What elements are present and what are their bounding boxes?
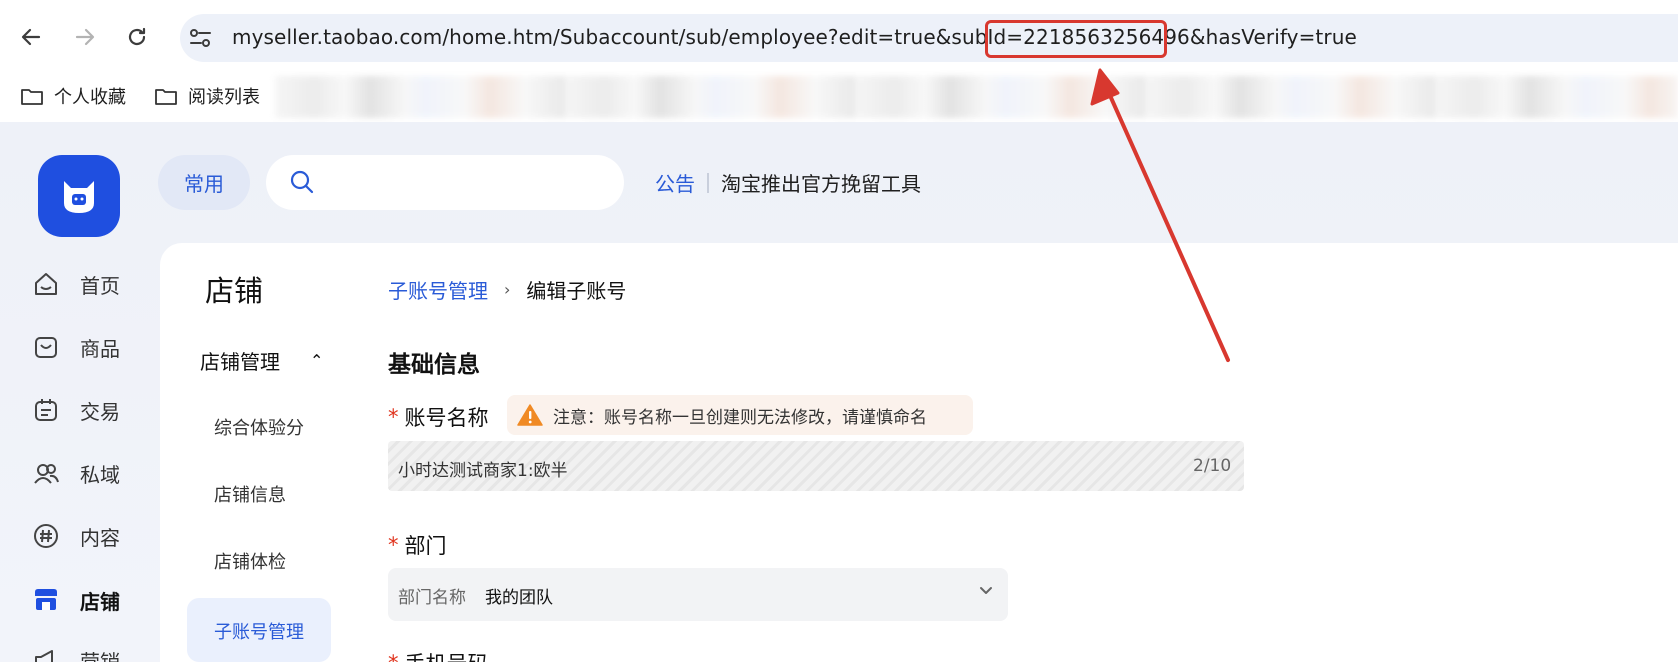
required-mark: * xyxy=(388,533,399,557)
blurred-bookmarks xyxy=(275,76,1678,118)
nav-label: 店铺 xyxy=(80,589,120,614)
bookmark-label: 个人收藏 xyxy=(54,87,126,108)
app-logo[interactable] xyxy=(38,155,120,237)
department-label-text: 部门 xyxy=(404,534,447,558)
divider xyxy=(707,172,709,193)
forward-arrow-icon xyxy=(75,28,95,46)
search-icon xyxy=(290,170,314,194)
bull-logo-icon xyxy=(64,181,94,213)
order-icon xyxy=(35,399,57,421)
url-text[interactable]: myseller.taobao.com/home.htm/Subaccount/… xyxy=(232,25,1357,49)
phone-label: * 手机号码 xyxy=(388,648,489,662)
nav-item-content[interactable]: 内容 xyxy=(32,516,120,556)
megaphone-icon xyxy=(35,650,53,662)
nav-item-trade[interactable]: 交易 xyxy=(32,390,120,430)
announcement-text[interactable]: 淘宝推出官方挽留工具 xyxy=(721,168,921,197)
department-key: 部门名称 xyxy=(398,588,466,608)
subnav-item-store-info[interactable]: 店铺信息 xyxy=(214,481,286,507)
site-settings-icon[interactable] xyxy=(186,24,216,52)
phone-label-text: 手机号码 xyxy=(405,648,489,662)
account-name-label-text: 账号名称 xyxy=(404,406,489,430)
account-name-warning: 注意：账号名称一旦创建则无法修改，请谨慎命名 xyxy=(507,395,973,435)
folder-icon xyxy=(21,89,43,105)
nav-item-private-domain[interactable]: 私域 xyxy=(32,453,120,493)
form-heading: 基础信息 xyxy=(388,352,480,378)
bookmark-reading-list[interactable]: 阅读列表 xyxy=(154,82,260,110)
chevron-right-icon: › xyxy=(504,280,511,299)
back-button[interactable] xyxy=(12,18,50,56)
home-icon xyxy=(35,273,57,295)
folder-icon xyxy=(155,89,177,105)
subnav-group-label: 店铺管理 xyxy=(200,350,280,374)
bookmark-favorites[interactable]: 个人收藏 xyxy=(20,82,126,110)
account-name-value: 小时达测试商家1:欧半 xyxy=(398,461,568,481)
chevron-down-icon[interactable] xyxy=(978,582,994,603)
bookmark-label: 阅读列表 xyxy=(188,87,260,108)
subnav-item-store-checkup[interactable]: 店铺体检 xyxy=(214,548,286,574)
store-icon xyxy=(35,589,57,610)
nav-item-marketing[interactable]: 营销 xyxy=(32,640,120,662)
required-mark: * xyxy=(388,405,399,429)
back-arrow-icon xyxy=(21,28,41,46)
nav-label: 营销 xyxy=(80,649,120,662)
bag-icon xyxy=(35,337,57,358)
nav-label: 首页 xyxy=(80,273,120,298)
nav-item-home[interactable]: 首页 xyxy=(32,264,120,304)
nav-label: 商品 xyxy=(80,336,120,361)
reload-icon xyxy=(128,27,146,46)
section-title: 店铺 xyxy=(205,274,264,308)
nav-item-store[interactable]: 店铺 xyxy=(32,580,120,620)
announcement-label: 公告 xyxy=(655,172,695,196)
nav-label: 内容 xyxy=(80,525,120,550)
required-mark: * xyxy=(388,651,399,662)
search-input[interactable] xyxy=(266,155,624,210)
reload-button[interactable] xyxy=(118,18,156,56)
forward-button[interactable] xyxy=(66,18,104,56)
department-value: 我的团队 xyxy=(485,588,553,608)
account-name-label: * 账号名称 xyxy=(388,402,489,432)
account-name-char-count: 2/10 xyxy=(1193,456,1232,476)
subnav-active-label: 子账号管理 xyxy=(214,622,304,643)
announcement[interactable]: 公告 淘宝推出官方挽留工具 xyxy=(655,168,921,197)
nav-label: 交易 xyxy=(80,399,120,424)
department-select[interactable] xyxy=(388,568,1008,621)
nav-label: 私域 xyxy=(80,462,120,487)
nav-item-products[interactable]: 商品 xyxy=(32,327,120,367)
users-icon xyxy=(34,464,59,484)
warning-text: 注意：账号名称一旦创建则无法修改，请谨慎命名 xyxy=(553,407,927,428)
subnav-item-experience-score[interactable]: 综合体验分 xyxy=(214,414,304,440)
frequent-button[interactable]: 常用 xyxy=(158,155,250,210)
subnav-group-store-management[interactable]: 店铺管理 ⌃ xyxy=(200,346,323,375)
subid-highlight-box xyxy=(985,20,1167,58)
breadcrumb-current: 编辑子账号 xyxy=(526,279,627,303)
breadcrumb-parent-link[interactable]: 子账号管理 xyxy=(388,275,488,304)
warning-icon xyxy=(517,404,543,426)
department-label: * 部门 xyxy=(388,530,447,560)
chevron-up-icon: ⌃ xyxy=(310,351,324,370)
hashtag-icon xyxy=(34,524,58,548)
breadcrumb: 子账号管理 › 编辑子账号 xyxy=(388,275,626,304)
